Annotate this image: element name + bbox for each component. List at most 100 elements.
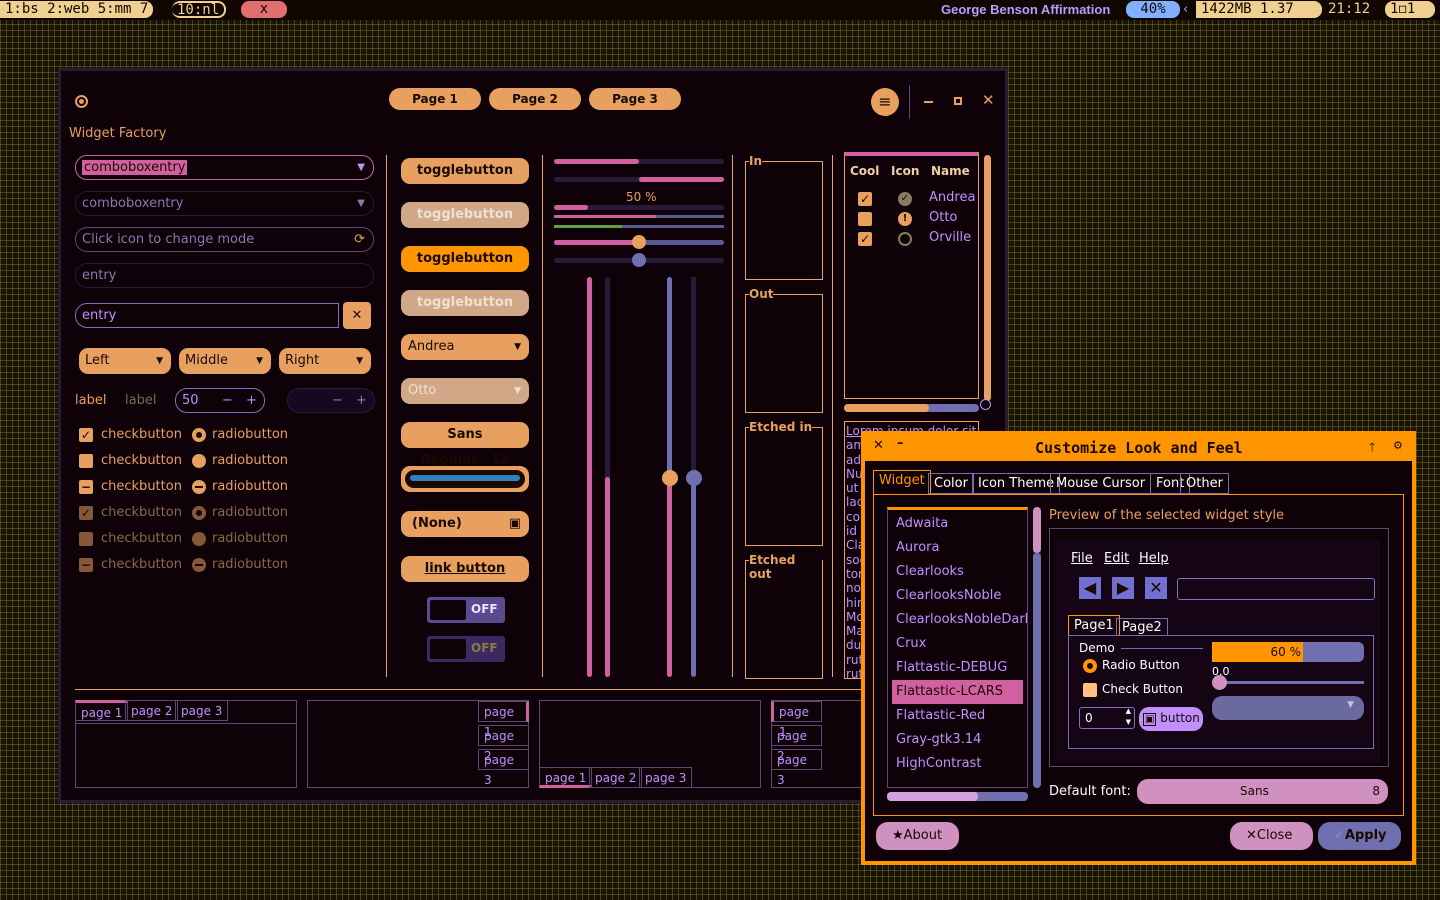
dropdown-middle[interactable]: Middle ▼ <box>179 348 271 374</box>
theme-list-scrollbar[interactable] <box>1033 507 1041 788</box>
notebook-tab[interactable]: page 1 <box>539 767 593 788</box>
dropdown-right[interactable]: Right ▼ <box>279 348 371 374</box>
preview-combobox[interactable]: ▼ <box>1212 696 1364 720</box>
tree-row-name[interactable]: Orville <box>929 230 971 245</box>
toggle-button-4[interactable]: togglebutton <box>401 290 529 316</box>
column-header-cool[interactable]: Cool <box>850 164 879 178</box>
spin-button[interactable]: 50 − + <box>175 388 265 413</box>
refresh-icon[interactable]: ⟳ <box>354 228 365 251</box>
notebook-tab[interactable]: page 3 <box>771 749 822 787</box>
theme-item[interactable]: Flattastic-Red <box>896 708 985 723</box>
theme-list[interactable]: Adwaita Aurora Clearlooks ClearlooksNobl… <box>887 507 1028 788</box>
scale-slider-knob[interactable] <box>632 253 646 267</box>
toggle-button-1[interactable]: togglebutton <box>401 158 529 184</box>
notebook-tab[interactable]: page 2 <box>589 767 643 788</box>
scale-horizontal-2[interactable] <box>554 253 724 267</box>
checkbox-unchecked[interactable] <box>79 454 93 468</box>
column-header-icon[interactable]: Icon <box>891 164 919 178</box>
radio-unselected[interactable] <box>192 454 206 468</box>
combobox-entry-1[interactable]: comboboxentry ▼ <box>75 155 374 180</box>
spin-arrows-icon[interactable]: ▲ ▼ <box>1126 706 1131 728</box>
color-button[interactable] <box>401 466 529 492</box>
combobox-entry-1-text[interactable]: comboboxentry <box>82 160 188 175</box>
notebook-tab[interactable]: page 2 <box>771 725 822 763</box>
entry-value[interactable]: entry <box>82 308 116 323</box>
plus-icon[interactable]: + <box>246 389 257 412</box>
tab-other[interactable]: Other <box>1180 473 1229 494</box>
tree-view[interactable]: Cool Icon Name ✓ ✓ Andrea ! Otto ✓ Orvil… <box>844 152 979 399</box>
theme-item[interactable]: Clearlooks <box>896 564 964 579</box>
tree-check-unchecked[interactable] <box>858 212 872 226</box>
search-entry[interactable]: Click icon to change mode ⟳ <box>75 227 374 252</box>
theme-item[interactable]: HighContrast <box>896 756 981 771</box>
checkbox-checked[interactable]: ✓ <box>79 428 93 442</box>
preview-scale[interactable] <box>1212 675 1364 690</box>
tab-page-2[interactable]: Page 2 <box>489 88 581 110</box>
menu-file[interactable]: File <box>1071 551 1093 566</box>
tab-page-1[interactable]: Page 1 <box>389 88 481 110</box>
entry-field[interactable]: entry <box>75 263 374 288</box>
theme-item[interactable]: ClearlooksNobleDark <box>896 612 1027 627</box>
close-icon[interactable]: ✕ <box>982 91 995 109</box>
scale-vertical-knob[interactable] <box>686 470 702 486</box>
tree-scrollbar[interactable] <box>984 155 991 401</box>
notebook-tab[interactable]: page 3 <box>478 749 529 787</box>
theme-item-selected[interactable]: Flattastic-LCARS <box>892 680 1023 704</box>
toggle-button-3[interactable]: togglebutton <box>401 246 529 272</box>
theme-list-hscrollbar[interactable] <box>887 792 1028 801</box>
file-chooser-button[interactable]: (None) ▣ <box>401 511 529 537</box>
link-button[interactable]: link button <box>401 556 529 582</box>
menu-help[interactable]: Help <box>1139 551 1169 566</box>
notebook-tab[interactable]: page 1 <box>771 701 822 739</box>
radio-selected[interactable] <box>1083 659 1097 673</box>
close-window-button[interactable]: x <box>241 1 287 18</box>
tree-check-checked[interactable]: ✓ <box>858 232 872 246</box>
notebook-tab[interactable]: page 2 <box>478 725 529 763</box>
theme-item[interactable]: Gray-gtk3.14 <box>896 732 981 747</box>
switch-1[interactable]: OFF <box>427 597 505 623</box>
workspace-current[interactable]: 10:nl <box>172 1 227 18</box>
tab-page-3[interactable]: Page 3 <box>589 88 681 110</box>
close-icon[interactable]: ✕ <box>873 438 884 453</box>
default-font-button[interactable]: Sans 8 <box>1137 779 1388 804</box>
volume-indicator[interactable]: 40% <box>1126 1 1180 18</box>
preview-entry[interactable] <box>1177 578 1375 600</box>
tab-icon-theme[interactable]: Icon Theme <box>972 473 1061 494</box>
clear-icon[interactable]: ✕ <box>343 302 371 329</box>
combo-andrea[interactable]: Andrea ▼ <box>401 334 529 360</box>
stop-icon[interactable]: ✕ <box>1145 577 1167 599</box>
radio-selected[interactable] <box>192 428 206 442</box>
dropdown-arrow-icon[interactable]: ▼ <box>357 192 365 215</box>
preview-button[interactable]: ▣ button <box>1139 707 1203 731</box>
layout-indicator[interactable]: 1◻1 <box>1385 1 1435 18</box>
checkbox-mixed[interactable]: − <box>79 480 93 494</box>
minimize-icon[interactable]: – <box>897 436 904 451</box>
menu-edit[interactable]: Edit <box>1104 551 1129 566</box>
theme-item[interactable]: Flattastic-DEBUG <box>896 660 1007 675</box>
entry-with-clear[interactable]: entry <box>75 303 339 328</box>
notebook-tab[interactable]: page 3 <box>175 700 229 721</box>
radio-mixed[interactable] <box>192 480 206 494</box>
maximize-icon[interactable] <box>954 97 962 105</box>
minimize-icon[interactable] <box>924 101 933 103</box>
minus-icon[interactable]: − <box>222 389 233 412</box>
scale-vertical-1[interactable] <box>587 277 592 677</box>
notebook-tab[interactable]: page 2 <box>125 700 179 721</box>
checkbox-unchecked[interactable] <box>1083 683 1097 697</box>
preview-tab-page2[interactable]: Page2 <box>1116 618 1168 636</box>
preview-spin[interactable]: 0 ▲ ▼ <box>1079 707 1135 729</box>
dropdown-left[interactable]: Left ▼ <box>79 348 171 374</box>
tree-row-name[interactable]: Andrea <box>929 190 975 205</box>
tree-hscrollbar[interactable] <box>844 404 979 412</box>
tree-check-checked[interactable]: ✓ <box>858 192 872 206</box>
combobox-entry-2[interactable]: comboboxentry ▼ <box>75 191 374 216</box>
theme-item[interactable]: Crux <box>896 636 926 651</box>
workspace-list[interactable]: 1:bs 2:web 5:mm 7 <box>0 1 154 18</box>
hamburger-menu-icon[interactable]: ≡ <box>871 88 899 116</box>
theme-item[interactable]: Aurora <box>896 540 939 555</box>
tree-row-name[interactable]: Otto <box>929 210 957 225</box>
notebook-tab[interactable]: page 3 <box>639 767 693 788</box>
tab-color[interactable]: Color <box>928 473 974 494</box>
theme-item[interactable]: ClearlooksNoble <box>896 588 1001 603</box>
font-button[interactable]: Sans Regular 12 <box>401 422 529 468</box>
